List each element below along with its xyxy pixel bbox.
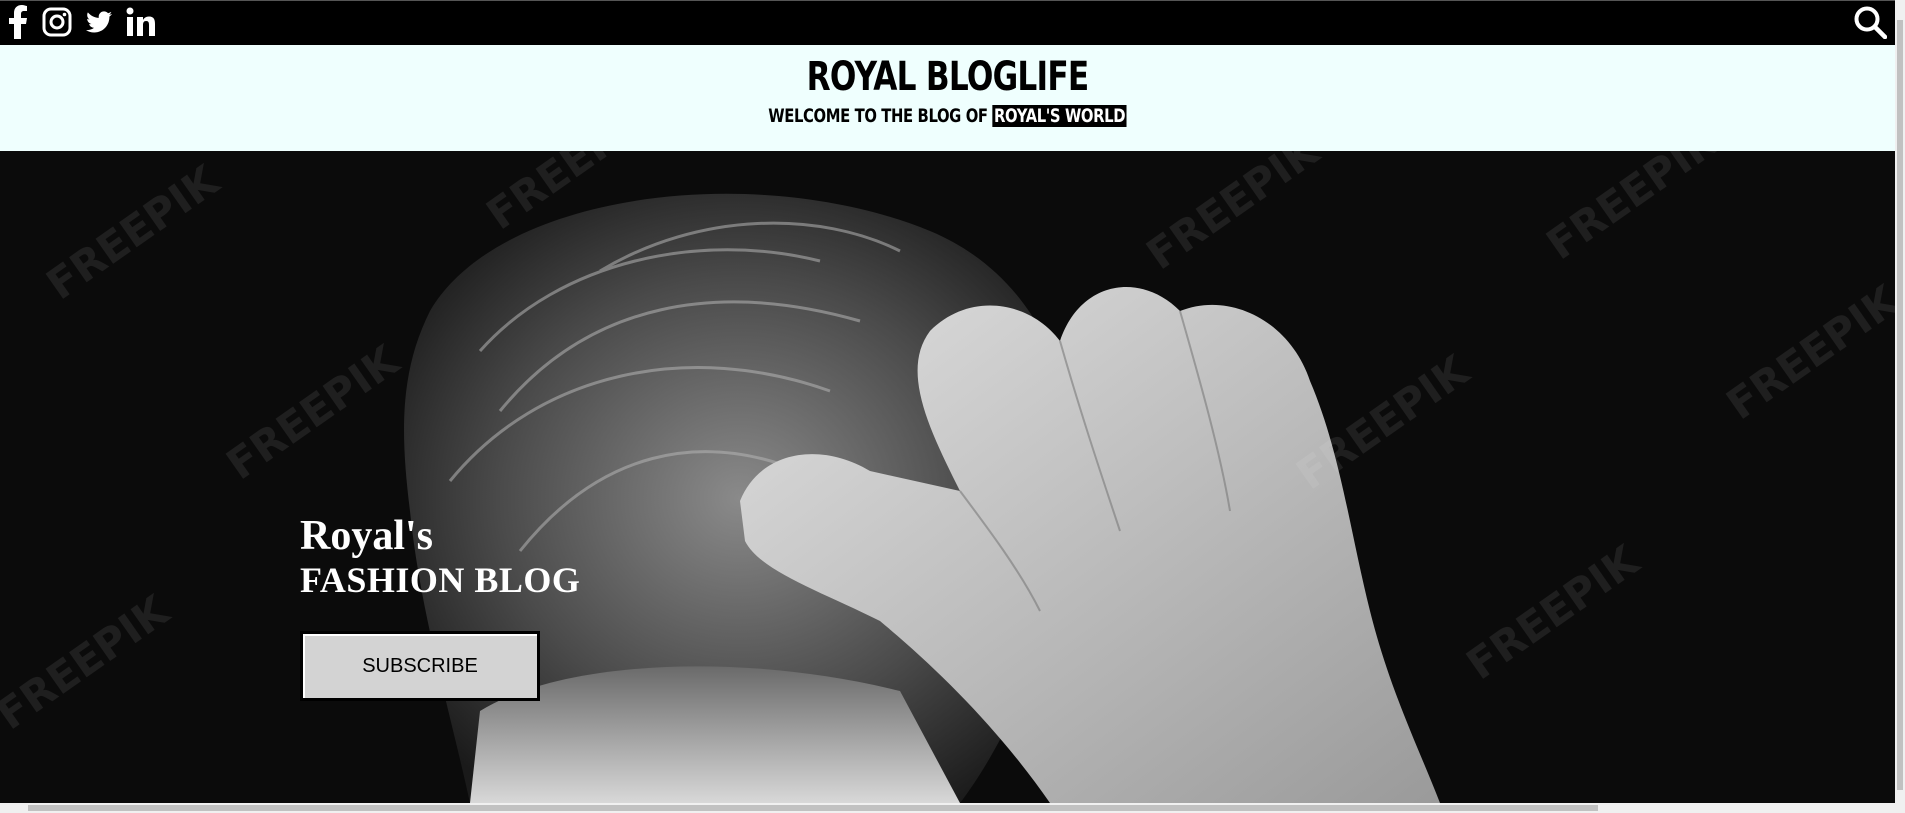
scrollbar-thumb[interactable] bbox=[1897, 20, 1903, 790]
facebook-icon[interactable] bbox=[8, 5, 28, 44]
site-title[interactable]: ROYAL BLOGLIFE bbox=[208, 45, 1686, 101]
watermark-text: FREEPIK bbox=[218, 335, 409, 489]
vertical-scrollbar[interactable] bbox=[1895, 0, 1905, 813]
watermark-text: FREEPIK bbox=[0, 585, 179, 739]
site-tagline: WELCOME TO THE BLOG OF ROYAL'S WORLD bbox=[208, 103, 1686, 129]
hero-subtitle: FASHION BLOG bbox=[300, 560, 581, 600]
twitter-icon[interactable] bbox=[86, 11, 112, 38]
hero-banner: FREEPIK FREEPIK FREEPIK FREEPIK FREEPIK … bbox=[0, 151, 1895, 803]
site-header: ROYAL BLOGLIFE WELCOME TO THE BLOG OF RO… bbox=[0, 45, 1895, 151]
watermark-text: FREEPIK bbox=[38, 155, 229, 309]
horizontal-scrollbar[interactable] bbox=[0, 803, 1905, 813]
search-button[interactable] bbox=[1853, 5, 1888, 44]
social-links bbox=[8, 5, 156, 44]
watermark-text: FREEPIK bbox=[1538, 151, 1729, 269]
linkedin-icon[interactable] bbox=[126, 7, 156, 42]
hero-title: Royal's bbox=[300, 513, 434, 559]
subscribe-button[interactable]: SUBSCRIBE bbox=[300, 631, 540, 701]
tagline-prefix: WELCOME TO THE BLOG OF bbox=[768, 105, 988, 127]
instagram-icon[interactable] bbox=[42, 7, 72, 42]
hero-heading: Royal's FASHION BLOG bbox=[300, 513, 580, 601]
scrollbar-thumb[interactable] bbox=[28, 805, 1598, 811]
watermark-text: FREEPIK bbox=[1138, 151, 1329, 279]
tagline-highlight: ROYAL'S WORLD bbox=[992, 105, 1127, 127]
search-icon[interactable] bbox=[1853, 6, 1888, 43]
hero-image: FREEPIK FREEPIK FREEPIK FREEPIK FREEPIK … bbox=[0, 151, 1895, 803]
watermark-text: FREEPIK bbox=[1718, 275, 1895, 429]
watermark-text: FREEPIK bbox=[1458, 535, 1649, 689]
top-bar bbox=[0, 0, 1895, 46]
